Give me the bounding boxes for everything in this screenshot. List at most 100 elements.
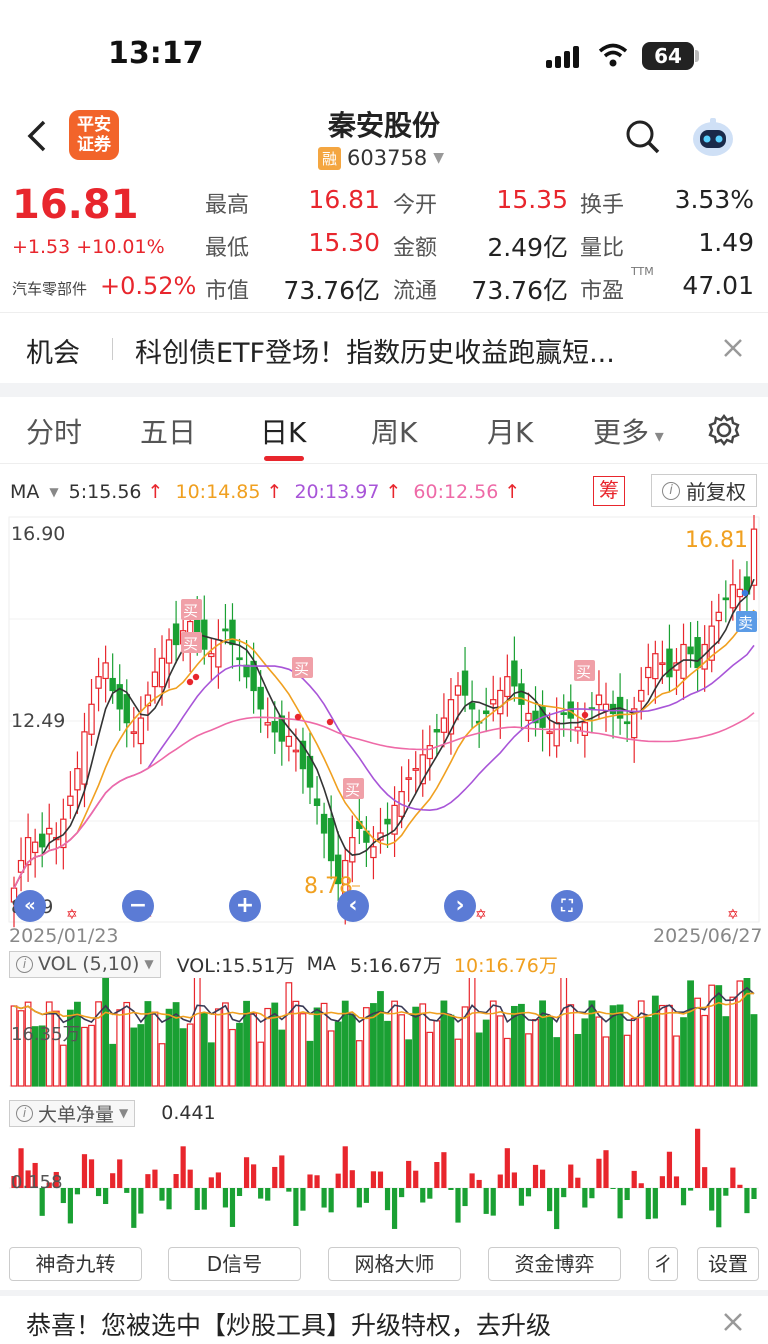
indicator-chip[interactable]: 资金博弈: [488, 1247, 621, 1281]
adjust-type-button[interactable]: i 前复权: [651, 474, 757, 507]
wifi-icon: [598, 43, 628, 67]
promo-banner[interactable]: 恭喜！您被选中【炒股工具】升级特权，去升级: [0, 1296, 768, 1344]
net-bar: [589, 1188, 595, 1199]
sector-label[interactable]: 汽车零部件: [12, 278, 87, 299]
net-bar: [95, 1188, 102, 1197]
candle-body: [581, 722, 589, 736]
tab-label: 日K: [260, 416, 307, 449]
indicator-chip[interactable]: 神奇九转: [9, 1247, 142, 1281]
candle-body: [546, 731, 553, 735]
high-marker-label: 16.81: [685, 528, 748, 553]
candle-body: [292, 749, 300, 753]
candle-body: [729, 584, 737, 609]
settings-gear-icon[interactable]: [707, 413, 741, 447]
net-bar: [525, 1188, 532, 1197]
candle-body: [31, 841, 39, 854]
volume-bar: [299, 1013, 307, 1087]
search-icon[interactable]: [625, 119, 661, 155]
volume-bar: [278, 1029, 286, 1087]
indicator-chip[interactable]: D信号: [168, 1247, 301, 1281]
volume-chart[interactable]: 16.35万: [0, 978, 768, 1090]
buy-signal-tag: 买: [181, 632, 202, 653]
net-bar: [117, 1159, 123, 1188]
chart-collapse-icon[interactable]: «: [14, 890, 46, 922]
net-bar: [194, 1188, 200, 1211]
indicator-chip[interactable]: 网格大师: [328, 1247, 461, 1281]
indicator-chip[interactable]: 设置: [697, 1247, 759, 1281]
net-bar: [74, 1188, 81, 1195]
ma10-line: [13, 609, 755, 889]
net-bar: [180, 1146, 186, 1188]
battery-tip: [695, 50, 699, 62]
ma-value: 5:15.56 ↑: [69, 481, 164, 503]
close-icon[interactable]: [722, 337, 744, 359]
scroll-right-icon[interactable]: ›: [444, 890, 476, 922]
net-bar: [279, 1155, 285, 1188]
tab-4[interactable]: 月K: [487, 411, 533, 451]
candle-body: [102, 662, 109, 680]
status-bar: 13:17 64: [0, 0, 768, 100]
candle-body: [468, 702, 476, 710]
candle-body: [461, 670, 469, 696]
sector-change[interactable]: +0.52%: [100, 272, 196, 300]
scroll-left-icon[interactable]: ‹: [337, 890, 369, 922]
tab-2[interactable]: 日K: [260, 411, 306, 451]
net-volume-chart[interactable]: 0.158: [0, 1124, 768, 1236]
quote-value: 15.35: [496, 185, 568, 214]
quote-value: 73.76亿: [283, 276, 380, 305]
volume-bar: [250, 1012, 258, 1087]
close-icon[interactable]: [722, 1311, 744, 1333]
tab-5[interactable]: 更多 ▾: [593, 411, 664, 451]
vol-title: VOL (5,10): [38, 953, 140, 975]
vol-ma-label: MA: [306, 953, 336, 975]
volume-bar: [616, 1004, 624, 1087]
tab-3[interactable]: 周K: [371, 411, 417, 451]
stock-code-selector[interactable]: 融 603758 ▼: [318, 145, 444, 171]
candle-body: [151, 671, 159, 688]
net-bar: [434, 1162, 440, 1188]
y-axis-top-label: 16.90: [11, 523, 65, 545]
volume-bar: [66, 1009, 74, 1087]
net-indicator-selector[interactable]: i 大单净量 ▼: [9, 1099, 136, 1127]
buy-label: 买: [345, 781, 360, 799]
volume-bar: [229, 1028, 236, 1087]
info-icon: i: [16, 1104, 33, 1122]
ma5-line: [13, 578, 755, 889]
candle-body: [130, 731, 138, 734]
fullscreen-icon[interactable]: ⛶: [551, 890, 583, 922]
tab-1[interactable]: 五日: [140, 411, 196, 451]
candle-body: [229, 619, 236, 646]
tab-0[interactable]: 分时: [26, 411, 82, 451]
volume-bar: [264, 1007, 272, 1087]
volume-bar: [419, 1003, 427, 1087]
ma-legend[interactable]: MA ▼ 5:15.56 ↑ 10:14.85 ↑ 20:13.97 ↑ 60:12.…: [10, 481, 520, 503]
news-banner[interactable]: 机会 科创债ETF登场！指数历史收益跑赢短...: [0, 313, 768, 383]
kline-chart[interactable]: 16.9012.498.5916.818.78买买买买买卖✡✡✡✡2025/01…: [0, 515, 768, 945]
volume-bar: [313, 1007, 321, 1087]
net-bar: [356, 1188, 362, 1208]
net-bar: [737, 1184, 743, 1188]
vol-indicator-selector[interactable]: i VOL (5,10) ▼: [9, 950, 161, 978]
net-bar: [638, 1183, 644, 1188]
indicator-chip[interactable]: ㄔ: [648, 1247, 678, 1281]
zoom-in-icon[interactable]: +: [229, 890, 261, 922]
candle-body: [482, 710, 490, 715]
arrow-up-icon: ↑: [141, 481, 164, 503]
net-bar: [469, 1173, 475, 1188]
net-bar: [518, 1188, 525, 1206]
net-bar: [702, 1167, 708, 1188]
ma-value: 10:14.85 ↑: [175, 481, 282, 503]
robot-assistant-icon[interactable]: [690, 114, 736, 160]
net-bar: [568, 1164, 574, 1188]
ma-value-text: 10:14.85: [175, 481, 261, 503]
vol-header: i VOL (5,10) ▼ VOL:15.51万 MA 5:16.67万 10…: [0, 949, 768, 979]
zoom-out-icon[interactable]: −: [122, 890, 154, 922]
candle-body: [243, 664, 250, 678]
candle-body: [370, 846, 377, 859]
caret-down-icon: ▾: [649, 426, 664, 447]
volume-bar: [10, 1005, 18, 1087]
chip-distribution-button[interactable]: 筹: [593, 476, 625, 506]
volume-bar: [348, 1013, 356, 1087]
net-bar: [208, 1177, 214, 1188]
net-bar: [314, 1175, 320, 1188]
